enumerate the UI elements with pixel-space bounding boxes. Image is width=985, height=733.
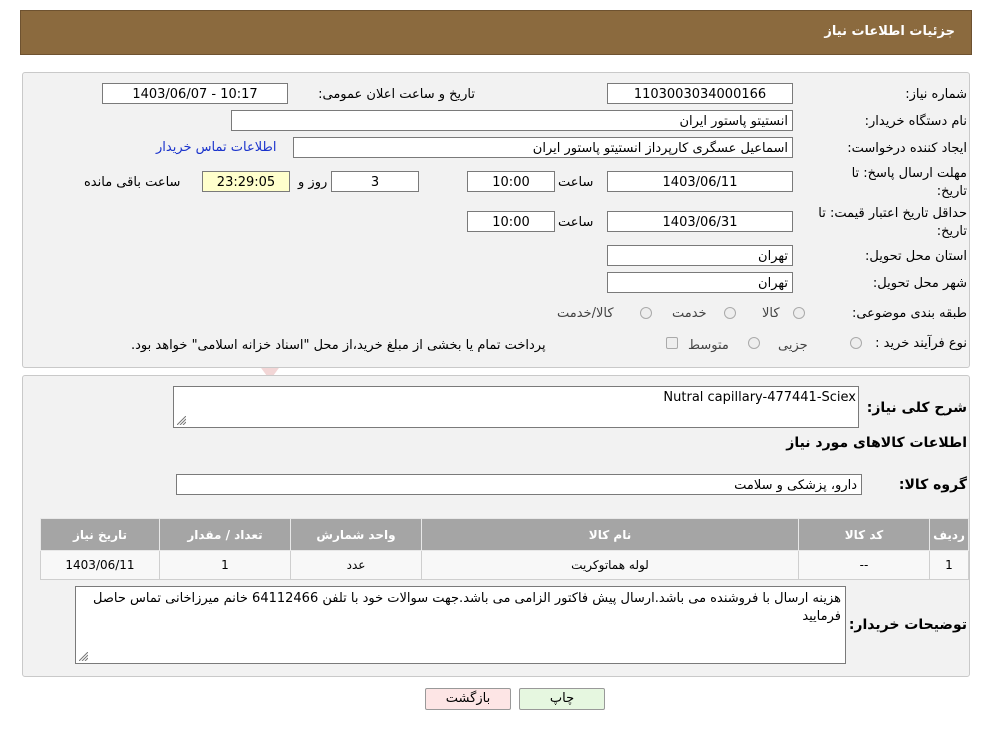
need-number-label: شماره نیاز:: [905, 87, 967, 102]
goods-info-title: اطلاعات کالاهای مورد نیاز: [786, 435, 967, 451]
summary-textarea[interactable]: Nutral capillary-477441-Sciex: [173, 386, 859, 428]
deadline-time-field[interactable]: 10:00: [467, 171, 555, 192]
col-unit: واحد شمارش: [290, 518, 422, 551]
category-radio-service[interactable]: [724, 307, 736, 319]
page-header: جزئیات اطلاعات نیاز: [20, 10, 972, 55]
need-number-field[interactable]: 1103003034000166: [607, 83, 793, 104]
resize-grip-icon[interactable]: [79, 652, 88, 661]
col-need-date: تاریخ نیاز: [40, 518, 160, 551]
price-validity-time-field[interactable]: 10:00: [467, 211, 555, 232]
resize-grip-icon[interactable]: [177, 416, 186, 425]
cell-goods-name: لوله هماتوکریت: [421, 550, 799, 580]
goods-group-label: گروه کالا:: [898, 477, 967, 493]
process-type-label: نوع فرآیند خرید :: [875, 336, 967, 351]
days-label: روز و: [298, 175, 328, 190]
deadline-label: مهلت ارسال پاسخ: تا تاریخ:: [851, 166, 967, 199]
deadline-time-label: ساعت: [558, 175, 594, 190]
category-radio-goods-service[interactable]: [640, 307, 652, 319]
days-field[interactable]: 3: [331, 171, 419, 192]
creator-field[interactable]: اسماعیل عسگری کارپرداز انستیتو پاستور ای…: [293, 137, 793, 158]
price-validity-label: حداقل تاریخ اعتبار قیمت: تا تاریخ:: [818, 206, 967, 239]
table-header-row: ردیف کد کالا نام کالا واحد شمارش تعداد /…: [40, 518, 969, 551]
cell-row-number: 1: [929, 550, 969, 580]
goods-group-field[interactable]: دارو، پزشکی و سلامت: [176, 474, 862, 495]
col-quantity: تعداد / مقدار: [159, 518, 291, 551]
process-note: پرداخت تمام یا بخشی از مبلغ خرید،از محل …: [131, 338, 546, 353]
summary-text: Nutral capillary-477441-Sciex: [663, 390, 856, 405]
creator-label: ایجاد کننده درخواست:: [847, 141, 967, 156]
province-label: استان محل تحویل:: [865, 249, 967, 264]
announce-datetime-label: تاریخ و ساعت اعلان عمومی:: [318, 87, 475, 102]
remaining-time-label: ساعت باقی مانده: [84, 175, 181, 190]
deadline-date-field[interactable]: 1403/06/11: [607, 171, 793, 192]
buyer-org-field[interactable]: انستیتو پاستور ایران: [231, 110, 793, 131]
col-goods-name: نام کالا: [421, 518, 799, 551]
province-field[interactable]: تهران: [607, 245, 793, 266]
buyer-notes-text: هزینه ارسال با فروشنده می باشد.ارسال پیش…: [93, 591, 841, 624]
buyer-notes-textarea[interactable]: هزینه ارسال با فروشنده می باشد.ارسال پیش…: [75, 586, 846, 664]
cell-need-date: 1403/06/11: [40, 550, 160, 580]
buyer-org-label: نام دستگاه خریدار:: [864, 114, 967, 129]
city-field[interactable]: تهران: [607, 272, 793, 293]
table-row[interactable]: 1 -- لوله هماتوکریت عدد 1 1403/06/11: [40, 550, 969, 580]
announce-datetime-field[interactable]: 1403/06/07 - 10:17: [102, 83, 288, 104]
print-button[interactable]: چاپ: [519, 688, 605, 710]
cell-unit: عدد: [290, 550, 422, 580]
back-button[interactable]: بازگشت: [425, 688, 511, 710]
buyer-contact-link[interactable]: اطلاعات تماس خریدار: [156, 140, 276, 155]
cell-quantity: 1: [159, 550, 291, 580]
category-option-service: خدمت: [672, 306, 707, 321]
process-option-medium: متوسط: [688, 338, 729, 353]
category-label: طبقه بندی موضوعی:: [851, 306, 967, 321]
buyer-notes-label: توضیحات خریدار:: [848, 617, 967, 633]
col-goods-code: کد کالا: [798, 518, 930, 551]
price-validity-date-field[interactable]: 1403/06/31: [607, 211, 793, 232]
process-radio-minor[interactable]: [850, 337, 862, 349]
page-title: جزئیات اطلاعات نیاز: [824, 24, 955, 39]
city-label: شهر محل تحویل:: [872, 276, 967, 291]
process-option-minor: جزیی: [778, 338, 808, 353]
col-row-number: ردیف: [929, 518, 969, 551]
process-radio-medium[interactable]: [748, 337, 760, 349]
category-radio-goods[interactable]: [793, 307, 805, 319]
remaining-time-field: 23:29:05: [202, 171, 290, 192]
category-option-goods: کالا: [762, 306, 780, 321]
treasury-checkbox[interactable]: [666, 337, 678, 349]
category-option-goods-service: کالا/خدمت: [557, 306, 614, 321]
summary-label: شرح کلی نیاز:: [866, 400, 967, 416]
price-validity-time-label: ساعت: [558, 215, 594, 230]
goods-table: ردیف کد کالا نام کالا واحد شمارش تعداد /…: [40, 518, 969, 580]
cell-goods-code: --: [798, 550, 930, 580]
